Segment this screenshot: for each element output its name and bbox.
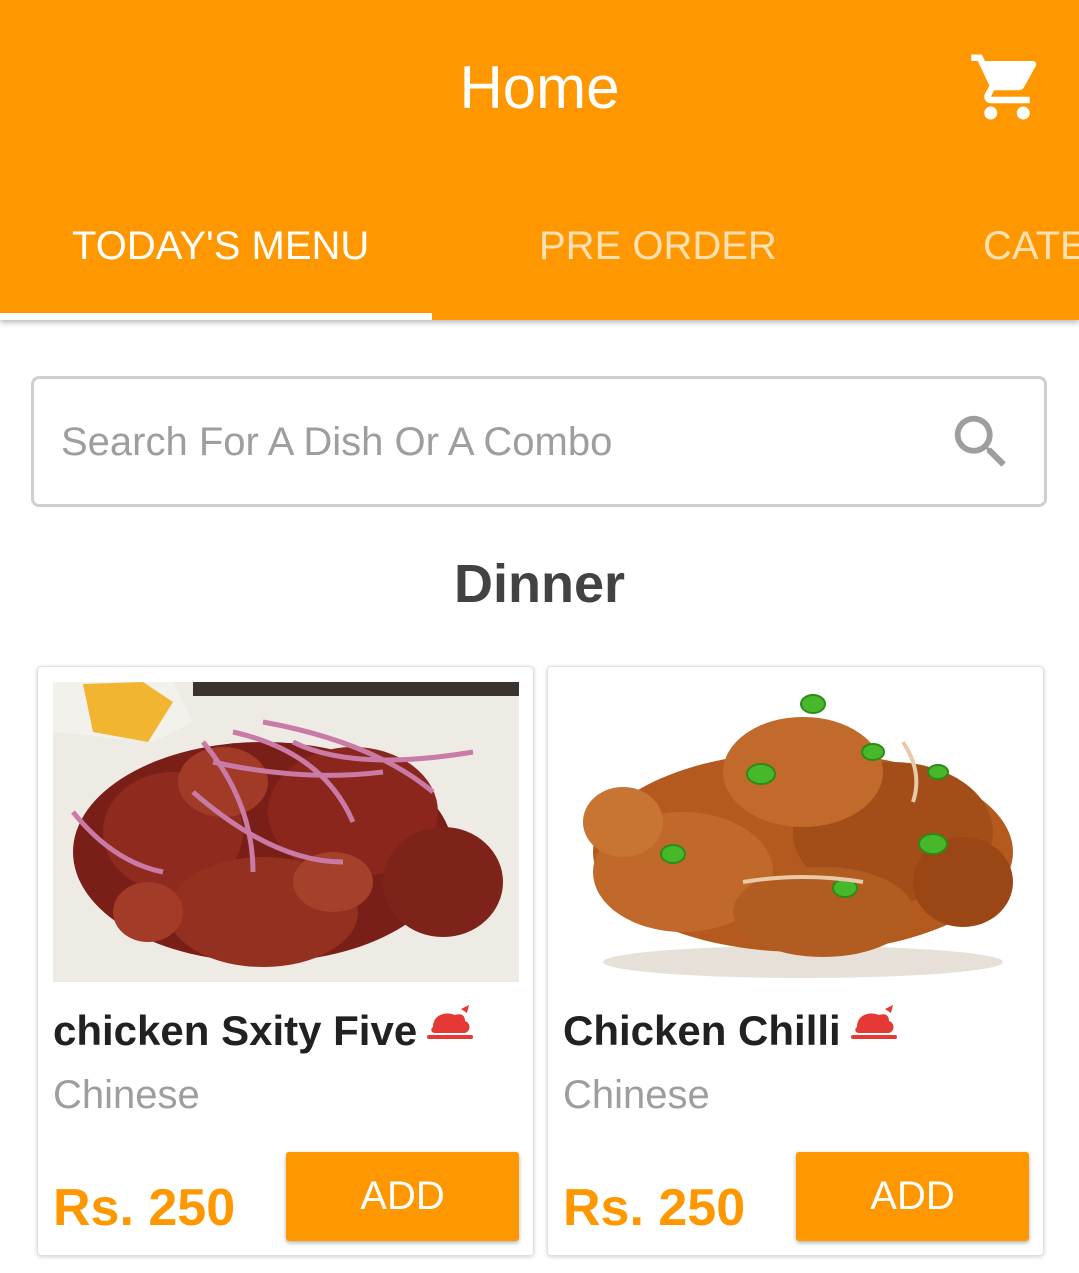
add-button[interactable]: ADD	[286, 1152, 519, 1241]
dish-name-text: Chicken Chilli	[563, 1007, 841, 1054]
add-button[interactable]: ADD	[796, 1152, 1029, 1241]
dish-card[interactable]: chicken Sxity Five Chinese Rs. 250 ADD	[37, 666, 534, 1256]
tab-todays-menu[interactable]: TODAY'S MENU	[72, 222, 369, 270]
active-tab-indicator	[0, 313, 432, 320]
dish-name: chicken Sxity Five	[53, 1005, 475, 1057]
dish-image	[563, 682, 1029, 982]
dish-name-text: chicken Sxity Five	[53, 1007, 418, 1054]
app-bar: Home TODAY'S MENU PRE ORDER CATE	[0, 0, 1079, 320]
search-input[interactable]	[61, 409, 921, 475]
dish-image	[53, 682, 519, 982]
dish-name: Chicken Chilli	[563, 1005, 899, 1057]
search-box	[31, 376, 1047, 507]
page-title: Home	[459, 54, 620, 121]
section-title: Dinner	[453, 554, 626, 614]
dish-cuisine: Chinese	[53, 1073, 200, 1117]
non-veg-chicken-icon	[850, 1005, 897, 1039]
dish-card[interactable]: Chicken Chilli Chinese Rs. 250 ADD	[547, 666, 1044, 1256]
dish-cuisine: Chinese	[563, 1073, 710, 1117]
dish-price: Rs. 250	[563, 1179, 746, 1237]
cart-icon[interactable]	[968, 48, 1046, 126]
non-veg-chicken-icon	[427, 1005, 474, 1039]
tab-pre-order[interactable]: PRE ORDER	[539, 222, 777, 270]
search-icon[interactable]	[946, 407, 1016, 477]
tab-catering[interactable]: CATE	[983, 222, 1079, 270]
dish-price: Rs. 250	[53, 1179, 236, 1237]
